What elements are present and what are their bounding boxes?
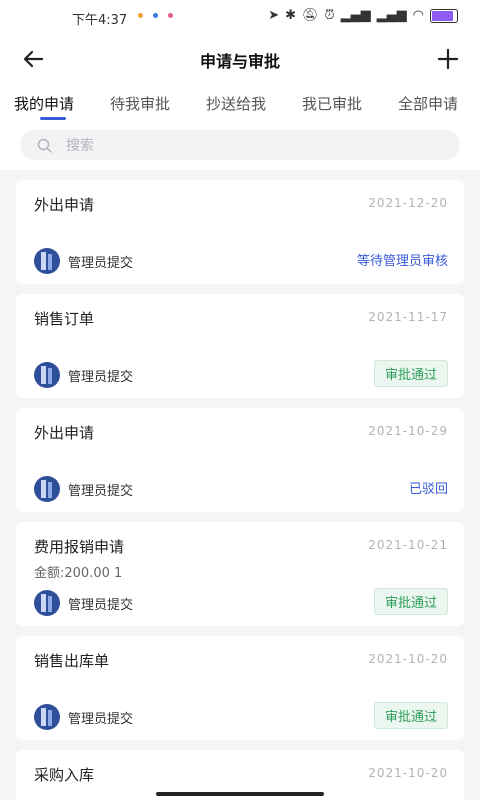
tab-cc-to-me[interactable]: 抄送给我 bbox=[206, 93, 266, 114]
application-card[interactable]: 外出申请 2021-10-29 管理员提交 已驳回 bbox=[16, 408, 464, 512]
avatar bbox=[34, 476, 60, 502]
application-card[interactable]: 费用报销申请 2021-10-21 金额:200.00 1 管理员提交 审批通过 bbox=[16, 522, 464, 626]
application-card[interactable]: 销售出库单 2021-10-20 管理员提交 审批通过 bbox=[16, 636, 464, 740]
avatar bbox=[34, 362, 60, 388]
signal-icon: ▂▄▆ bbox=[340, 8, 371, 23]
notification-icon bbox=[168, 13, 173, 18]
submitter-label: 管理员提交 bbox=[68, 711, 134, 727]
card-title: 销售出库单 bbox=[34, 652, 110, 670]
card-title: 采购入库 bbox=[34, 766, 95, 784]
tab-pending-my-approval[interactable]: 待我审批 bbox=[110, 93, 170, 114]
application-card[interactable]: 销售订单 2021-11-17 管理员提交 审批通过 bbox=[16, 294, 464, 398]
tab-all-applications[interactable]: 全部申请 bbox=[398, 93, 458, 114]
card-title: 费用报销申请 bbox=[34, 538, 125, 556]
submitter-label: 管理员提交 bbox=[68, 369, 134, 385]
search-icon bbox=[37, 138, 52, 153]
search-section bbox=[0, 122, 480, 170]
card-submitter: 管理员提交 bbox=[34, 476, 133, 502]
status-icons: ➤ ✱ 🔕︎ ⏰︎ ▂▄▆ ▂▄▆ ◠ bbox=[268, 8, 458, 23]
submitter-label: 管理员提交 bbox=[68, 597, 134, 613]
card-date: 2021-10-29 bbox=[368, 424, 448, 438]
tab-bar: 我的申请 待我审批 抄送给我 我已审批 全部申请 bbox=[0, 84, 480, 122]
submitter-label: 管理员提交 bbox=[68, 483, 134, 499]
card-submitter: 管理员提交 bbox=[34, 248, 133, 274]
status-label: 已驳回 bbox=[408, 482, 448, 497]
card-title: 外出申请 bbox=[34, 424, 95, 442]
avatar bbox=[34, 248, 60, 274]
status-badge: 审批通过 bbox=[373, 360, 448, 387]
tab-my-applications[interactable]: 我的申请 bbox=[14, 93, 74, 114]
location-icon: ➤ bbox=[268, 8, 280, 23]
card-date: 2021-10-20 bbox=[368, 652, 448, 666]
card-date: 2021-10-20 bbox=[368, 766, 448, 780]
status-badge: 审批通过 bbox=[373, 588, 448, 615]
tab-approved-by-me[interactable]: 我已审批 bbox=[302, 93, 362, 114]
card-date: 2021-10-21 bbox=[368, 538, 448, 552]
signal-icon: ▂▄▆ bbox=[376, 8, 407, 23]
submitter-label: 管理员提交 bbox=[68, 255, 134, 271]
card-date: 2021-11-17 bbox=[368, 310, 448, 324]
card-submitter: 管理员提交 bbox=[34, 362, 133, 388]
mute-icon: 🔕︎ bbox=[302, 8, 319, 23]
application-card[interactable]: 外出申请 2021-12-20 管理员提交 等待管理员审核 bbox=[16, 180, 464, 284]
alarm-icon: ⏰︎ bbox=[324, 8, 335, 23]
card-submitter: 管理员提交 bbox=[34, 704, 133, 730]
card-title: 外出申请 bbox=[34, 196, 95, 214]
status-bar: 下午4:37 ➤ ✱ 🔕︎ ⏰︎ ▂▄▆ ▂▄▆ ◠ bbox=[0, 0, 480, 34]
tab-active-indicator bbox=[40, 117, 66, 120]
card-submitter: 管理员提交 bbox=[34, 590, 133, 616]
battery-icon bbox=[430, 8, 458, 23]
status-time: 下午4:37 bbox=[72, 13, 128, 28]
wifi-icon: ◠ bbox=[412, 8, 424, 23]
page-title: 申请与审批 bbox=[199, 52, 280, 71]
avatar bbox=[34, 704, 60, 730]
card-date: 2021-12-20 bbox=[368, 196, 448, 210]
home-indicator bbox=[156, 792, 324, 796]
notification-dots bbox=[138, 13, 173, 18]
bluetooth-icon: ✱ bbox=[285, 8, 296, 23]
notification-icon bbox=[153, 13, 158, 18]
status-badge: 审批通过 bbox=[373, 702, 448, 729]
search-input[interactable] bbox=[64, 134, 448, 158]
avatar bbox=[34, 590, 60, 616]
status-label: 等待管理员审核 bbox=[356, 254, 448, 269]
notification-icon bbox=[138, 13, 143, 18]
card-amount: 金额:200.00 1 bbox=[34, 566, 123, 581]
plus-icon[interactable] bbox=[434, 45, 462, 73]
app-header: 申请与审批 bbox=[0, 34, 480, 84]
card-title: 销售订单 bbox=[34, 310, 95, 328]
search-box[interactable] bbox=[20, 130, 460, 160]
